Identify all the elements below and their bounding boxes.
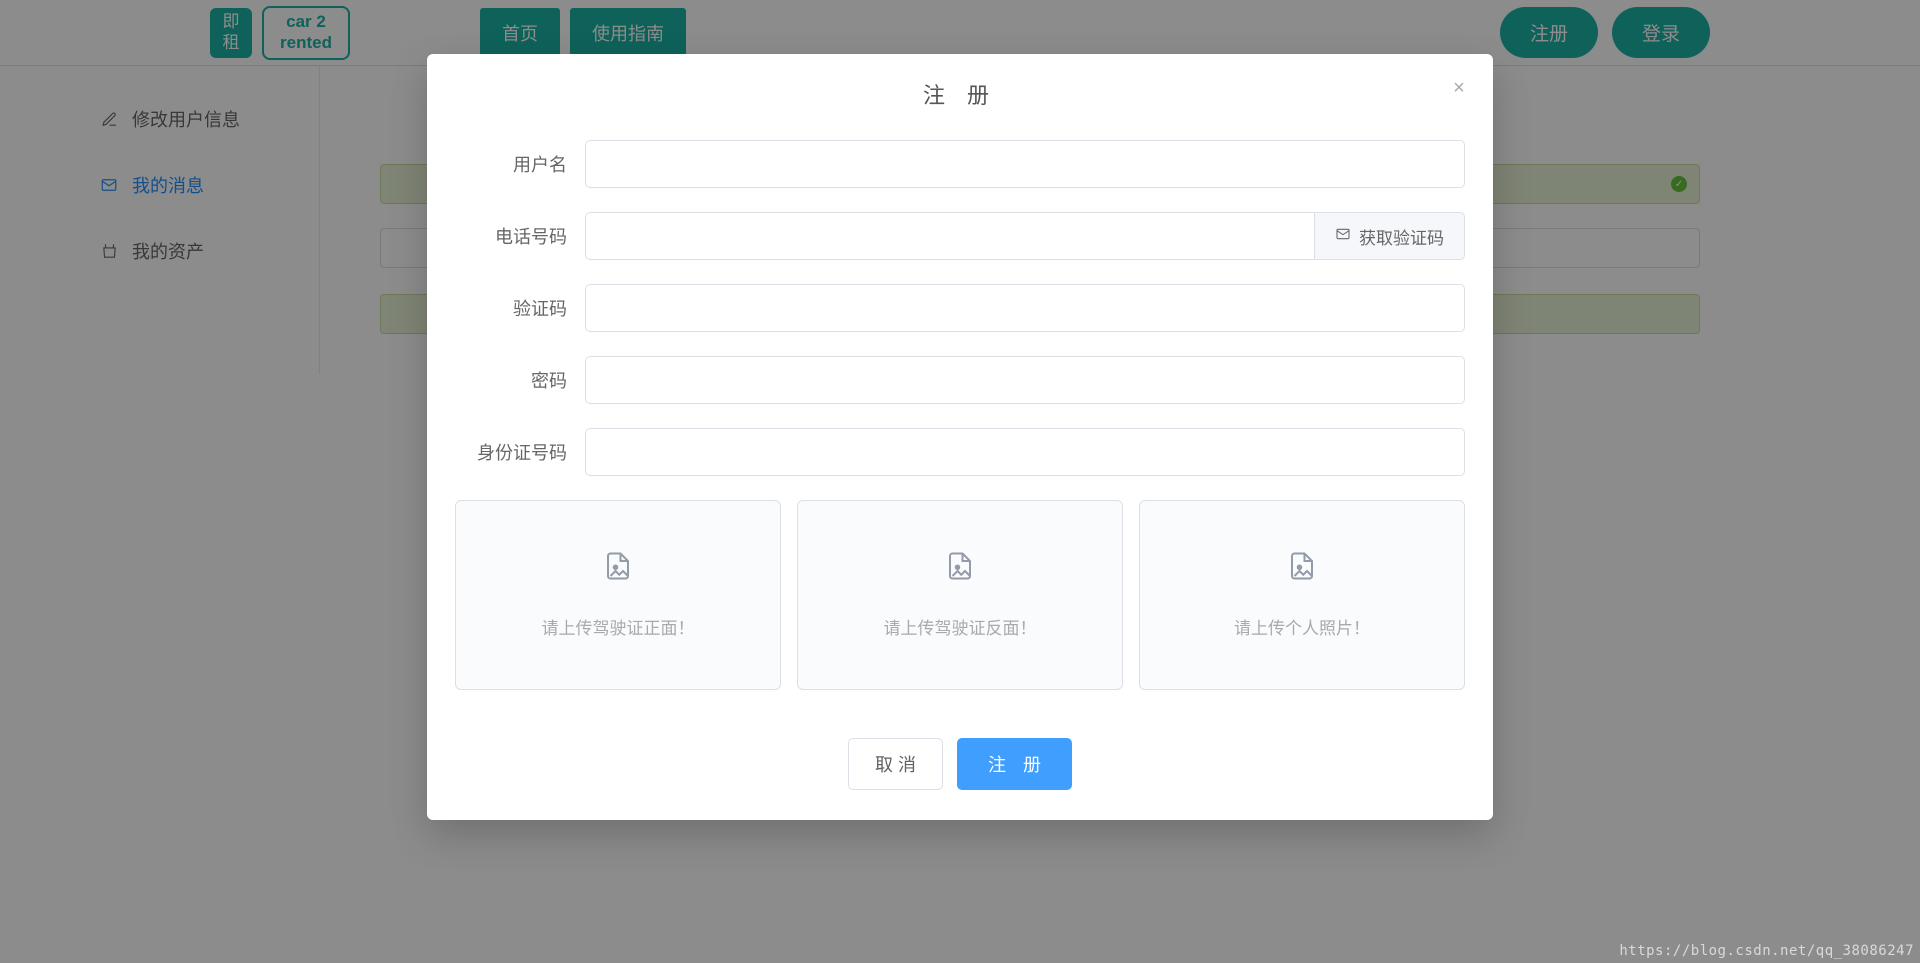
row-idcard: 身份证号码: [455, 428, 1465, 476]
modal-title: 注 册: [455, 78, 1465, 128]
username-field[interactable]: [585, 140, 1465, 188]
get-code-button[interactable]: 获取验证码: [1315, 212, 1465, 260]
label-password: 密码: [455, 367, 585, 393]
cancel-button[interactable]: 取 消: [848, 738, 943, 790]
get-code-label: 获取验证码: [1359, 224, 1444, 249]
modal-footer: 取 消 注 册: [455, 738, 1465, 790]
register-form: 用户名 电话号码 获取验证码 验证码: [455, 128, 1465, 790]
label-username: 用户名: [455, 151, 585, 177]
upload-label: 请上传个人照片！: [1234, 614, 1370, 639]
modal-overlay[interactable]: × 注 册 用户名 电话号码 获取验证码: [0, 0, 1920, 963]
watermark: https://blog.csdn.net/qq_38086247: [1619, 943, 1914, 959]
upload-label: 请上传驾驶证反面！: [884, 614, 1037, 639]
captcha-field[interactable]: [585, 284, 1465, 332]
row-phone: 电话号码 获取验证码: [455, 212, 1465, 260]
row-password: 密码: [455, 356, 1465, 404]
idcard-field[interactable]: [585, 428, 1465, 476]
image-icon: [945, 551, 975, 586]
row-captcha: 验证码: [455, 284, 1465, 332]
password-field[interactable]: [585, 356, 1465, 404]
register-modal: × 注 册 用户名 电话号码 获取验证码: [427, 54, 1493, 820]
upload-label: 请上传驾驶证正面！: [542, 614, 695, 639]
image-icon: [1287, 551, 1317, 586]
close-icon[interactable]: ×: [1447, 76, 1471, 100]
upload-personal-photo[interactable]: 请上传个人照片！: [1139, 500, 1465, 690]
label-captcha: 验证码: [455, 295, 585, 321]
label-idcard: 身份证号码: [455, 439, 585, 465]
upload-license-front[interactable]: 请上传驾驶证正面！: [455, 500, 781, 690]
image-icon: [603, 551, 633, 586]
upload-license-back[interactable]: 请上传驾驶证反面！: [797, 500, 1123, 690]
label-phone: 电话号码: [455, 223, 585, 249]
submit-button[interactable]: 注 册: [957, 738, 1072, 790]
upload-row: 请上传驾驶证正面！ 请上传驾驶证反面！ 请上传个人照片！: [455, 500, 1465, 690]
mail-icon: [1335, 226, 1351, 247]
phone-field[interactable]: [585, 212, 1315, 260]
row-username: 用户名: [455, 140, 1465, 188]
